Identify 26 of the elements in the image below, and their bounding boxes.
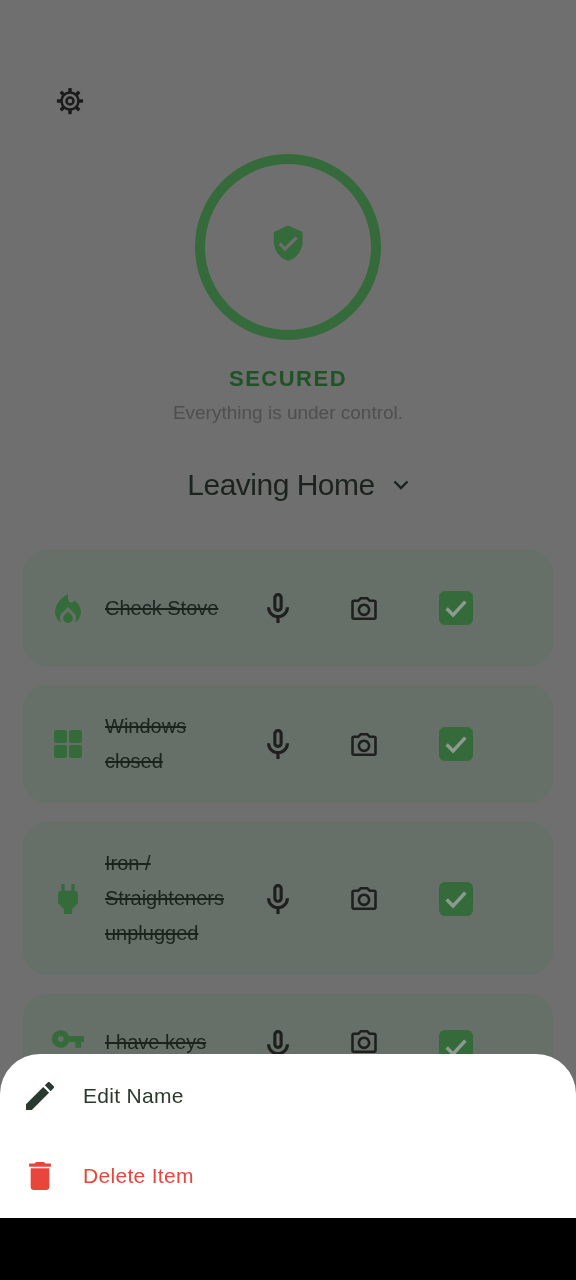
item-label: I have keys <box>105 1030 208 1054</box>
routine-title[interactable]: Leaving Home <box>187 468 375 502</box>
grid-icon <box>54 730 82 758</box>
camera-icon[interactable] <box>351 596 377 620</box>
menu-item[interactable]: Delete Item <box>83 1164 194 1188</box>
flame-icon <box>55 593 81 623</box>
checklist-card[interactable]: Check Stove <box>23 550 553 666</box>
camera-icon[interactable] <box>351 887 377 910</box>
plug-icon <box>58 883 78 914</box>
menu-item[interactable]: Edit Name <box>83 1084 184 1108</box>
camera-icon[interactable] <box>351 732 377 756</box>
chevron-down-icon[interactable] <box>392 480 409 490</box>
checkbox[interactable] <box>439 727 473 761</box>
settings-icon[interactable] <box>55 86 85 116</box>
checklist-card[interactable]: Windows closed <box>23 685 553 803</box>
trash-icon <box>29 1162 51 1190</box>
status-label: SECURED <box>228 366 348 392</box>
checkbox[interactable] <box>439 881 473 916</box>
item-label: Iron / Straighteners unplugged <box>105 851 225 946</box>
pencil-icon <box>26 1082 54 1110</box>
checkbox[interactable] <box>439 591 473 625</box>
checklist-card[interactable]: Iron / Straighteners unplugged <box>23 822 553 975</box>
camera-icon[interactable] <box>351 1030 377 1053</box>
item-label: Windows closed <box>105 714 188 774</box>
item-label: Check Stove <box>105 595 220 621</box>
key-icon <box>52 1030 84 1048</box>
